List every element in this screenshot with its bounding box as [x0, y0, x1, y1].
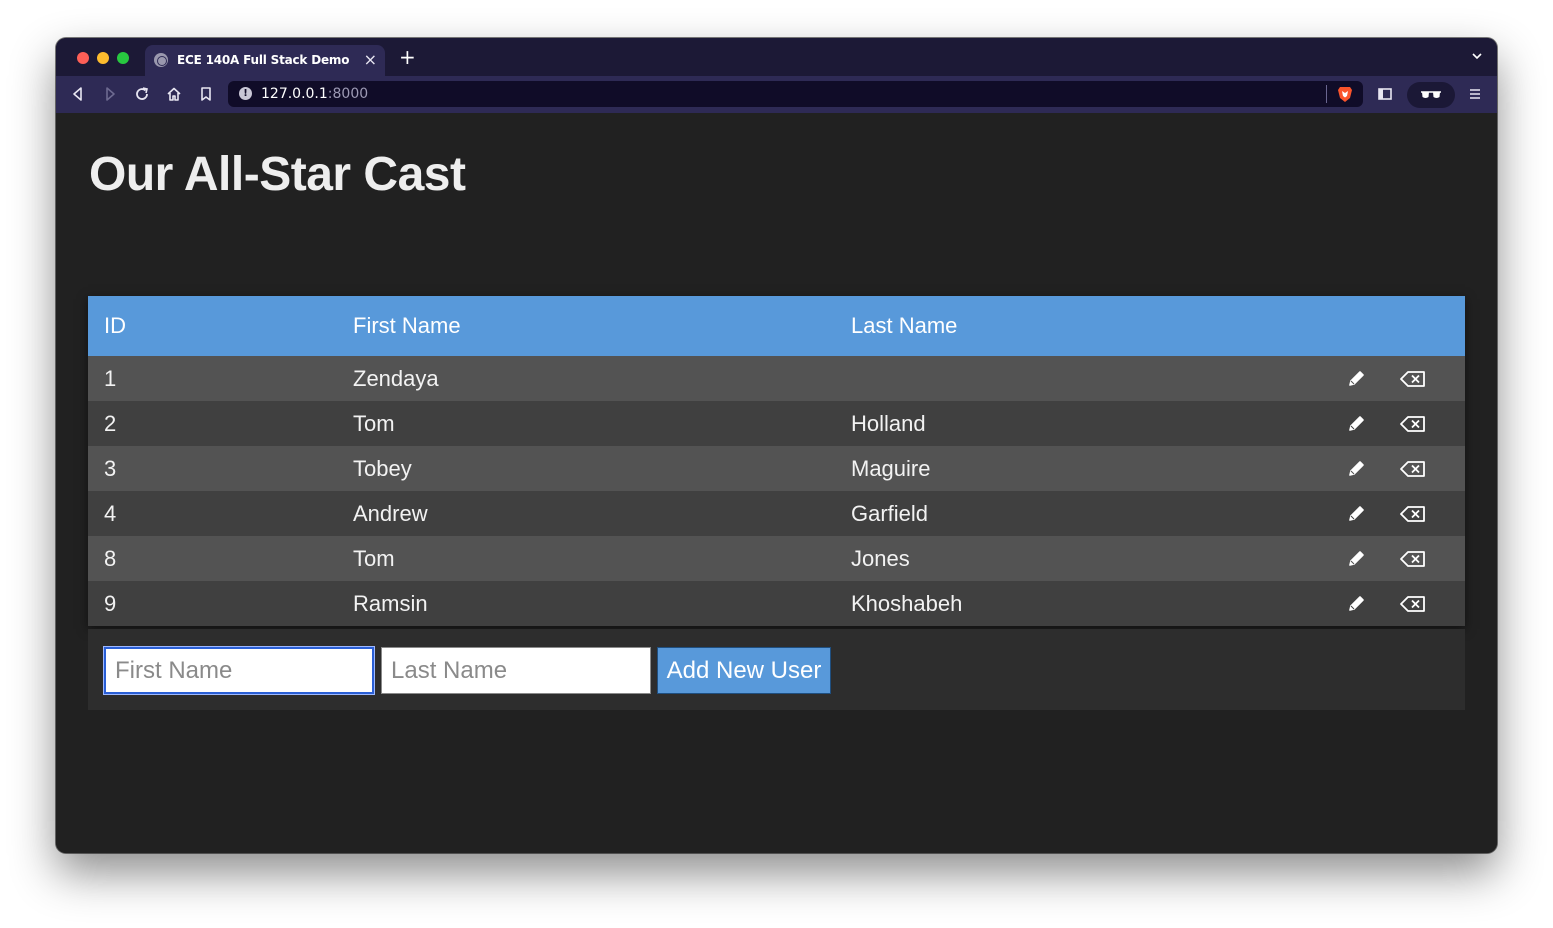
tab-title: ECE 140A Full Stack Demo	[177, 53, 350, 67]
pencil-icon[interactable]	[1347, 458, 1367, 478]
cell-id: 2	[104, 411, 117, 436]
url-text: 127.0.0.1:8000	[261, 86, 368, 102]
table-header: ID First Name Last Name	[88, 296, 1465, 356]
cell-last-name: Jones	[851, 546, 910, 571]
pencil-icon[interactable]	[1347, 548, 1367, 568]
menu-icon[interactable]	[1465, 84, 1485, 104]
table-row: 8 Tom Jones	[88, 536, 1465, 581]
table-row: 1 Zendaya	[88, 356, 1465, 401]
header-last-name: Last Name	[851, 313, 958, 338]
header-first-name: First Name	[353, 313, 461, 338]
cell-first-name: Tobey	[353, 456, 412, 481]
pencil-icon[interactable]	[1347, 503, 1367, 523]
backspace-icon[interactable]	[1399, 414, 1427, 434]
page-content: Our All-Star Cast ID First Name Last Nam…	[56, 113, 1497, 853]
last-name-input[interactable]	[381, 647, 651, 694]
cell-id: 1	[104, 366, 117, 391]
forward-icon[interactable]	[100, 84, 120, 104]
sidebar-icon[interactable]	[1375, 84, 1395, 104]
table-row: 9 Ramsin Khoshabeh	[88, 581, 1465, 626]
tab-strip: ECE 140A Full Stack Demo × +	[56, 38, 1497, 76]
cell-last-name: Khoshabeh	[851, 591, 963, 616]
cell-first-name: Andrew	[353, 501, 428, 526]
back-icon[interactable]	[68, 84, 88, 104]
reload-icon[interactable]	[132, 84, 152, 104]
table-row: 4 Andrew Garfield	[88, 491, 1465, 536]
cell-last-name: Maguire	[851, 456, 931, 481]
add-new-user-button[interactable]: Add New User	[657, 647, 831, 694]
backspace-icon[interactable]	[1399, 504, 1427, 524]
close-window-button[interactable]	[77, 52, 89, 64]
bookmark-icon[interactable]	[196, 84, 216, 104]
page-title: Our All-Star Cast	[89, 148, 466, 201]
pencil-icon[interactable]	[1347, 413, 1367, 433]
site-info-icon[interactable]: !	[239, 87, 252, 100]
cell-last-name: Holland	[851, 411, 926, 436]
users-table: ID First Name Last Name 1 Zendaya 2 Tom …	[88, 296, 1465, 626]
home-icon[interactable]	[164, 84, 184, 104]
minimize-window-button[interactable]	[97, 52, 109, 64]
table-row: 3 Tobey Maguire	[88, 446, 1465, 491]
cell-last-name: Garfield	[851, 501, 929, 526]
brave-shields-icon[interactable]	[1337, 85, 1353, 103]
cell-first-name: Zendaya	[353, 366, 439, 391]
extension-button[interactable]	[1407, 82, 1455, 108]
cell-id: 4	[104, 501, 117, 526]
header-id: ID	[104, 313, 126, 338]
cell-first-name: Tom	[353, 546, 395, 571]
new-tab-button[interactable]: +	[399, 47, 416, 67]
table-row: 2 Tom Holland	[88, 401, 1465, 446]
cell-id: 8	[104, 546, 117, 571]
cell-id: 3	[104, 456, 117, 481]
url-host: 127.0.0.1	[261, 86, 328, 102]
cell-first-name: Ramsin	[353, 591, 428, 616]
tab-active[interactable]: ECE 140A Full Stack Demo ×	[145, 45, 385, 76]
url-separator	[1326, 85, 1327, 103]
url-port: :8000	[327, 86, 369, 102]
backspace-icon[interactable]	[1399, 594, 1427, 614]
backspace-icon[interactable]	[1399, 369, 1427, 389]
address-bar[interactable]: ! 127.0.0.1:8000	[228, 81, 1363, 107]
backspace-icon[interactable]	[1399, 459, 1427, 479]
backspace-icon[interactable]	[1399, 549, 1427, 569]
table-body: 1 Zendaya 2 Tom Holland 3 Tobey Maguire …	[88, 356, 1465, 626]
first-name-input[interactable]	[104, 647, 374, 694]
add-user-form: Add New User	[88, 629, 1465, 710]
pencil-icon[interactable]	[1347, 593, 1367, 613]
maximize-window-button[interactable]	[117, 52, 129, 64]
chevron-down-icon[interactable]	[1471, 50, 1483, 62]
globe-icon	[154, 53, 168, 67]
sunglasses-icon	[1421, 91, 1441, 98]
tab-close-icon[interactable]: ×	[364, 50, 377, 69]
pencil-icon[interactable]	[1347, 368, 1367, 388]
cell-id: 9	[104, 591, 117, 616]
browser-window: ECE 140A Full Stack Demo × + ! 127.0.0.1…	[56, 38, 1497, 853]
cell-first-name: Tom	[353, 411, 395, 436]
browser-toolbar: ! 127.0.0.1:8000	[56, 76, 1497, 113]
